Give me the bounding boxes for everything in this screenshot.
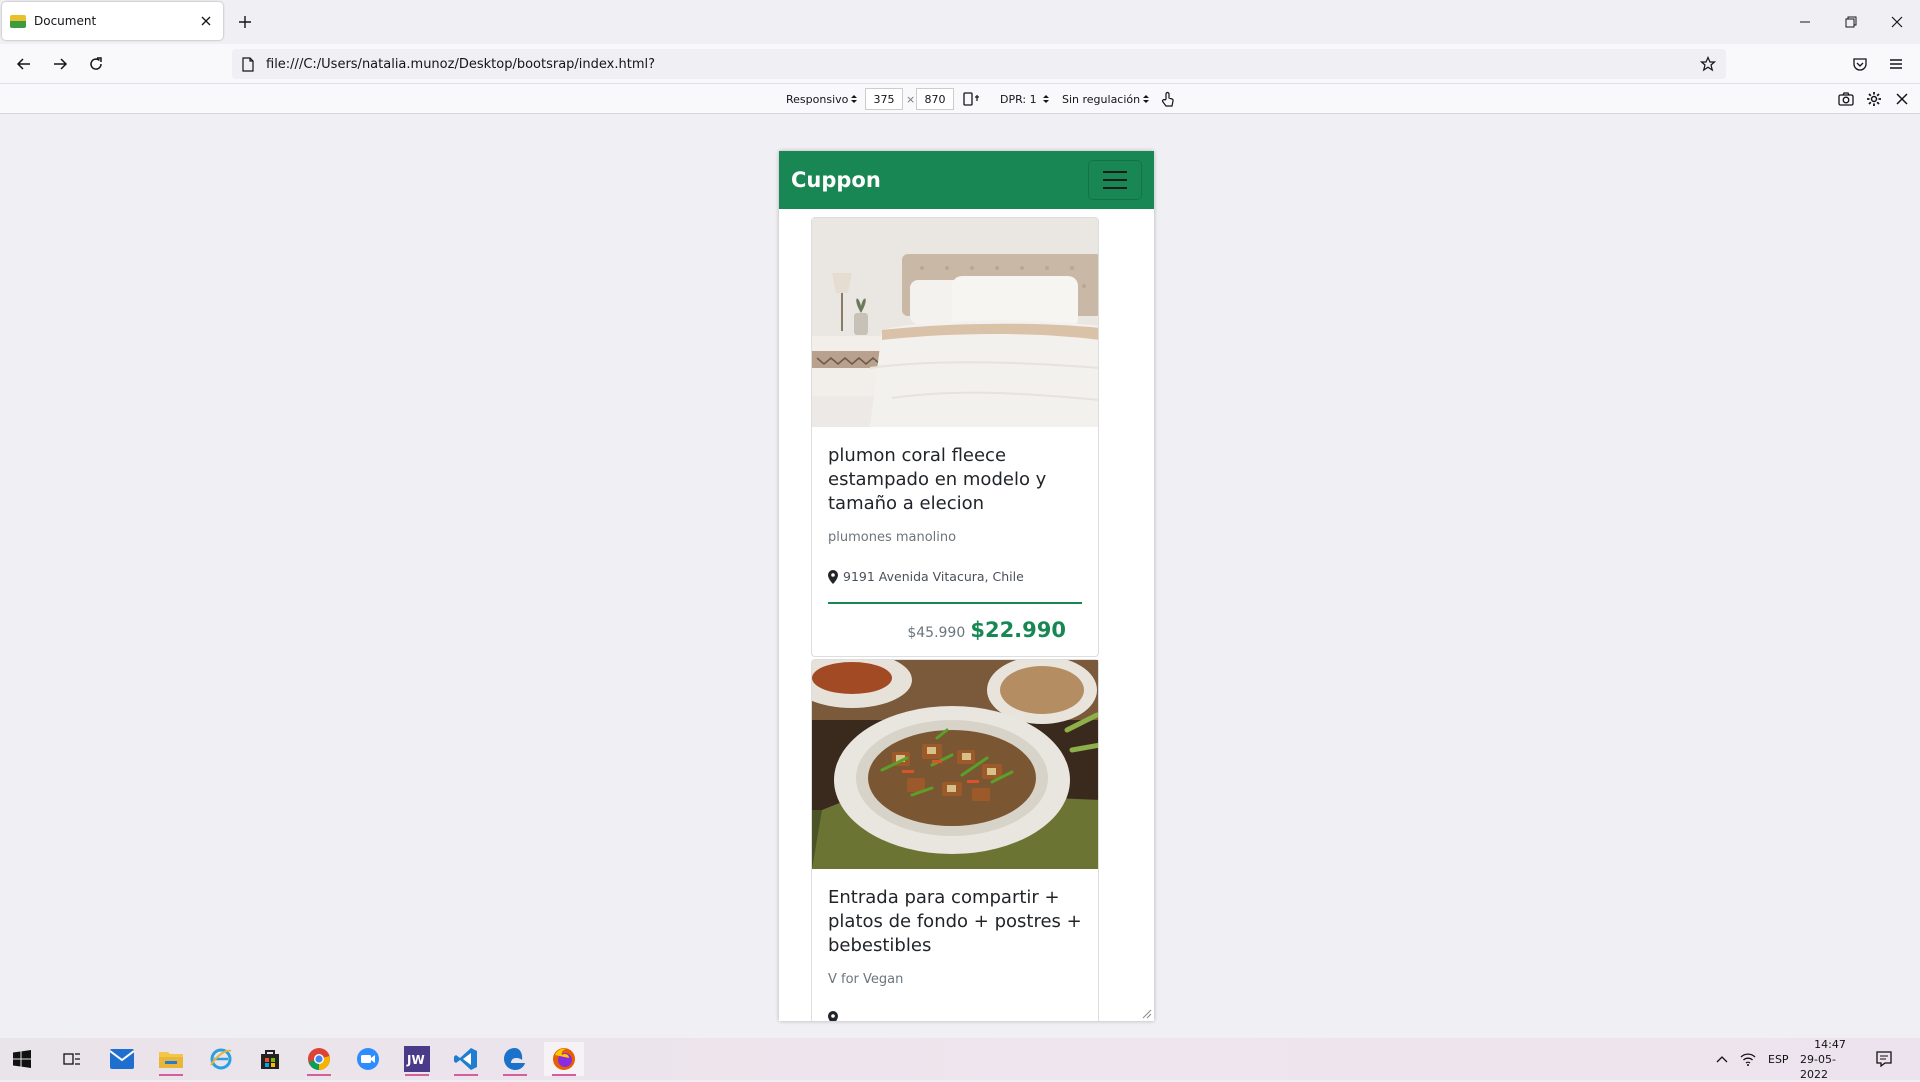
- price-divider: [828, 602, 1082, 604]
- dpr-label: DPR: 1: [1000, 92, 1037, 106]
- back-icon[interactable]: [12, 52, 36, 76]
- card-body: plumon coral fleece estampado en modelo …: [812, 427, 1098, 656]
- zoom-app-icon[interactable]: [348, 1042, 388, 1076]
- notifications-icon[interactable]: [1876, 1038, 1892, 1080]
- card-title[interactable]: plumon coral fleece estampado en modelo …: [828, 444, 1082, 516]
- app-menu-icon[interactable]: [1884, 52, 1908, 76]
- tab-document[interactable]: Document: [2, 2, 223, 40]
- site-brand[interactable]: Cuppon: [791, 168, 881, 192]
- page-info-icon[interactable]: [242, 56, 254, 72]
- internet-explorer-icon[interactable]: [201, 1042, 241, 1076]
- dpr-select[interactable]: DPR: 1: [1000, 90, 1049, 108]
- show-hidden-icons[interactable]: [1716, 1038, 1728, 1080]
- map-marker-icon: [828, 1011, 838, 1021]
- windows-taskbar: JW ESP 14:47 29-05-2022: [0, 1037, 1920, 1081]
- updown-arrows-icon: [1143, 94, 1150, 104]
- close-responsive-icon[interactable]: [1896, 90, 1908, 108]
- screenshot-icon[interactable]: [1838, 90, 1854, 108]
- active-indicator: [307, 1074, 331, 1076]
- deal-card[interactable]: plumon coral fleece estampado en modelo …: [811, 217, 1099, 657]
- address-text: 9191 Avenida Vitacura, Chile: [843, 569, 1024, 584]
- edge-icon[interactable]: [495, 1042, 535, 1076]
- rotate-viewport-icon[interactable]: [963, 90, 981, 108]
- windows-start-icon[interactable]: [2, 1042, 42, 1076]
- viewport-width-input[interactable]: [865, 88, 903, 110]
- card-prices: $45.990 $22.990: [828, 618, 1082, 642]
- close-tab-icon[interactable]: [197, 12, 215, 30]
- settings-gear-icon[interactable]: [1866, 90, 1882, 108]
- deal-card[interactable]: Entrada para compartir + platos de fondo…: [811, 659, 1099, 1021]
- map-marker-icon: [828, 569, 838, 584]
- card-image-food[interactable]: [812, 660, 1098, 869]
- active-indicator: [159, 1074, 183, 1076]
- updown-arrows-icon: [1042, 94, 1049, 104]
- navigation-bar: [0, 44, 1920, 84]
- clock-date: 29-05-2022: [1800, 1052, 1836, 1081]
- card-body: Entrada para compartir + platos de fondo…: [812, 869, 1098, 1021]
- old-price: $45.990: [907, 625, 966, 641]
- responsive-toolbar: Responsivo × DPR: 1 Sin regulación: [0, 84, 1920, 114]
- card-image-bed[interactable]: [812, 218, 1098, 427]
- active-indicator: [454, 1074, 478, 1076]
- updown-arrows-icon: [851, 94, 858, 104]
- store-icon[interactable]: [250, 1042, 290, 1076]
- mail-app-icon[interactable]: [102, 1042, 142, 1076]
- card-subtitle: V for Vegan: [828, 972, 904, 987]
- wifi-icon[interactable]: [1740, 1038, 1756, 1080]
- active-indicator: [552, 1074, 576, 1076]
- times-sign: ×: [906, 92, 916, 106]
- card-subtitle: plumones manolino: [828, 530, 957, 545]
- active-indicator: [405, 1074, 429, 1076]
- card-address: [828, 1011, 1082, 1021]
- file-explorer-icon[interactable]: [151, 1042, 191, 1076]
- language-indicator[interactable]: ESP: [1768, 1038, 1789, 1080]
- device-label: Responsivo: [786, 92, 849, 106]
- reload-icon[interactable]: [84, 52, 108, 76]
- url-input[interactable]: [266, 56, 1666, 72]
- touch-simulation-icon[interactable]: [1161, 90, 1175, 108]
- resize-handle-icon[interactable]: [1140, 1007, 1152, 1019]
- site-navbar: Cuppon: [779, 151, 1154, 209]
- clock-time: 14:47: [1814, 1037, 1846, 1051]
- new-tab-button[interactable]: [233, 10, 257, 34]
- page-favicon-icon: [10, 14, 26, 28]
- jw-app-icon[interactable]: JW: [397, 1042, 437, 1076]
- tab-title: Document: [34, 14, 97, 28]
- chrome-icon[interactable]: [299, 1042, 339, 1076]
- card-address: 9191 Avenida Vitacura, Chile: [828, 569, 1082, 584]
- device-viewport: Cuppon plumon coral fleece estampado en …: [779, 151, 1154, 1021]
- pocket-icon[interactable]: [1848, 52, 1872, 76]
- new-price: $22.990: [970, 618, 1066, 642]
- navbar-toggler-button[interactable]: [1088, 160, 1142, 200]
- forward-icon[interactable]: [48, 52, 72, 76]
- device-select[interactable]: Responsivo: [786, 90, 858, 108]
- card-title[interactable]: Entrada para compartir + platos de fondo…: [828, 886, 1082, 958]
- task-view-icon[interactable]: [52, 1042, 92, 1076]
- minimize-window-icon[interactable]: [1782, 0, 1828, 44]
- vscode-icon[interactable]: [446, 1042, 486, 1076]
- clock[interactable]: 14:47 29-05-2022: [1800, 1037, 1860, 1081]
- url-bar[interactable]: [232, 49, 1726, 79]
- throttling-label: Sin regulación: [1062, 92, 1141, 106]
- svg-text:JW: JW: [406, 1053, 425, 1067]
- restore-window-icon[interactable]: [1828, 0, 1874, 44]
- active-indicator: [503, 1074, 527, 1076]
- throttling-select[interactable]: Sin regulación: [1062, 90, 1150, 108]
- bookmark-star-icon[interactable]: [1700, 56, 1716, 72]
- viewport-height-input[interactable]: [916, 88, 954, 110]
- close-window-icon[interactable]: [1874, 0, 1920, 44]
- hamburger-icon: [1103, 171, 1127, 189]
- responsive-viewport-area: Cuppon plumon coral fleece estampado en …: [0, 114, 1920, 1038]
- tab-bar: Document: [0, 0, 1920, 44]
- firefox-icon[interactable]: [544, 1042, 584, 1076]
